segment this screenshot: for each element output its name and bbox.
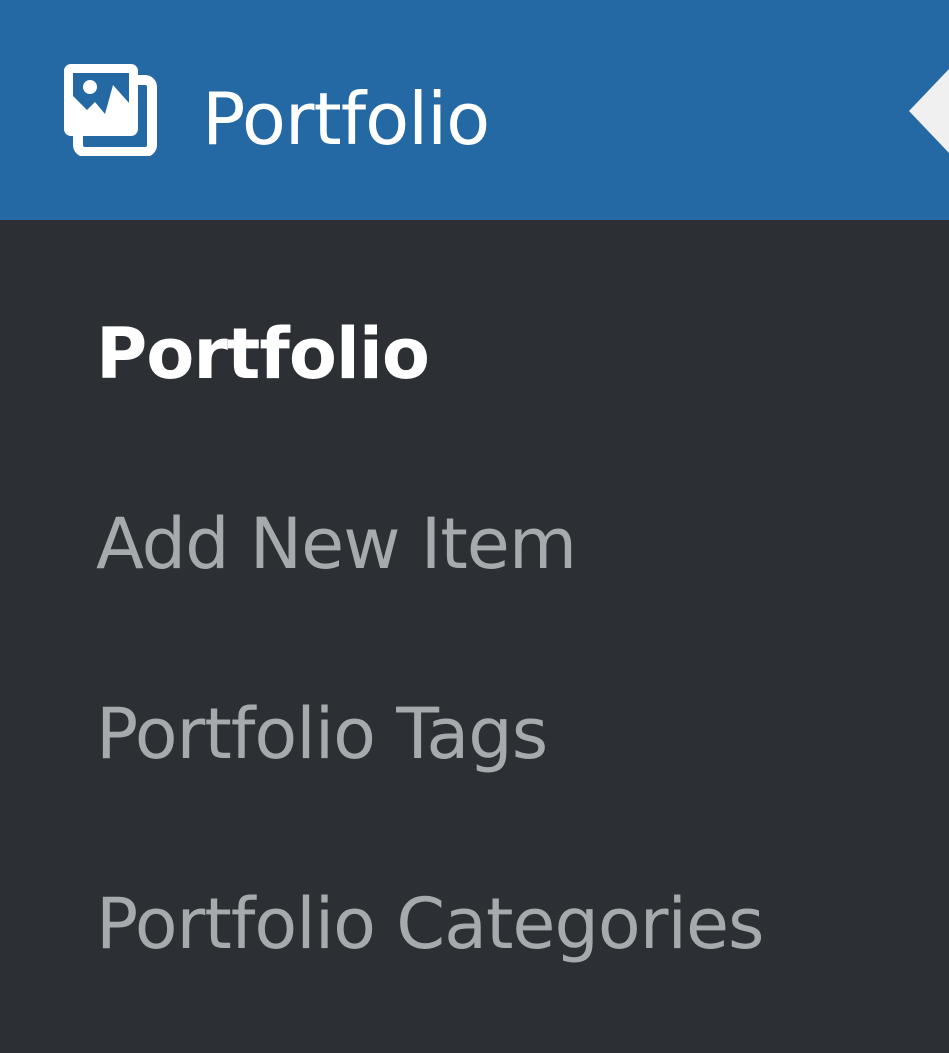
submenu-item-portfolio-categories[interactable]: Portfolio Categories [0, 874, 949, 974]
current-menu-pointer-icon [909, 69, 949, 153]
admin-sidebar-menu: Portfolio Portfolio Add New Item Portfol… [0, 0, 949, 1053]
portfolio-menu-title: Portfolio [202, 77, 490, 161]
portfolio-menu-header[interactable]: Portfolio [0, 0, 949, 220]
submenu-item-label: Portfolio Categories [96, 883, 765, 965]
submenu-item-portfolio-tags[interactable]: Portfolio Tags [0, 684, 949, 784]
portfolio-images-icon [64, 64, 157, 156]
submenu-item-portfolio[interactable]: Portfolio [0, 304, 949, 404]
submenu-item-label: Portfolio Tags [96, 693, 548, 775]
portfolio-submenu: Portfolio Add New Item Portfolio Tags Po… [0, 220, 949, 1053]
submenu-item-label: Add New Item [96, 503, 577, 585]
submenu-item-add-new-item[interactable]: Add New Item [0, 494, 949, 594]
submenu-item-label: Portfolio [96, 313, 430, 395]
